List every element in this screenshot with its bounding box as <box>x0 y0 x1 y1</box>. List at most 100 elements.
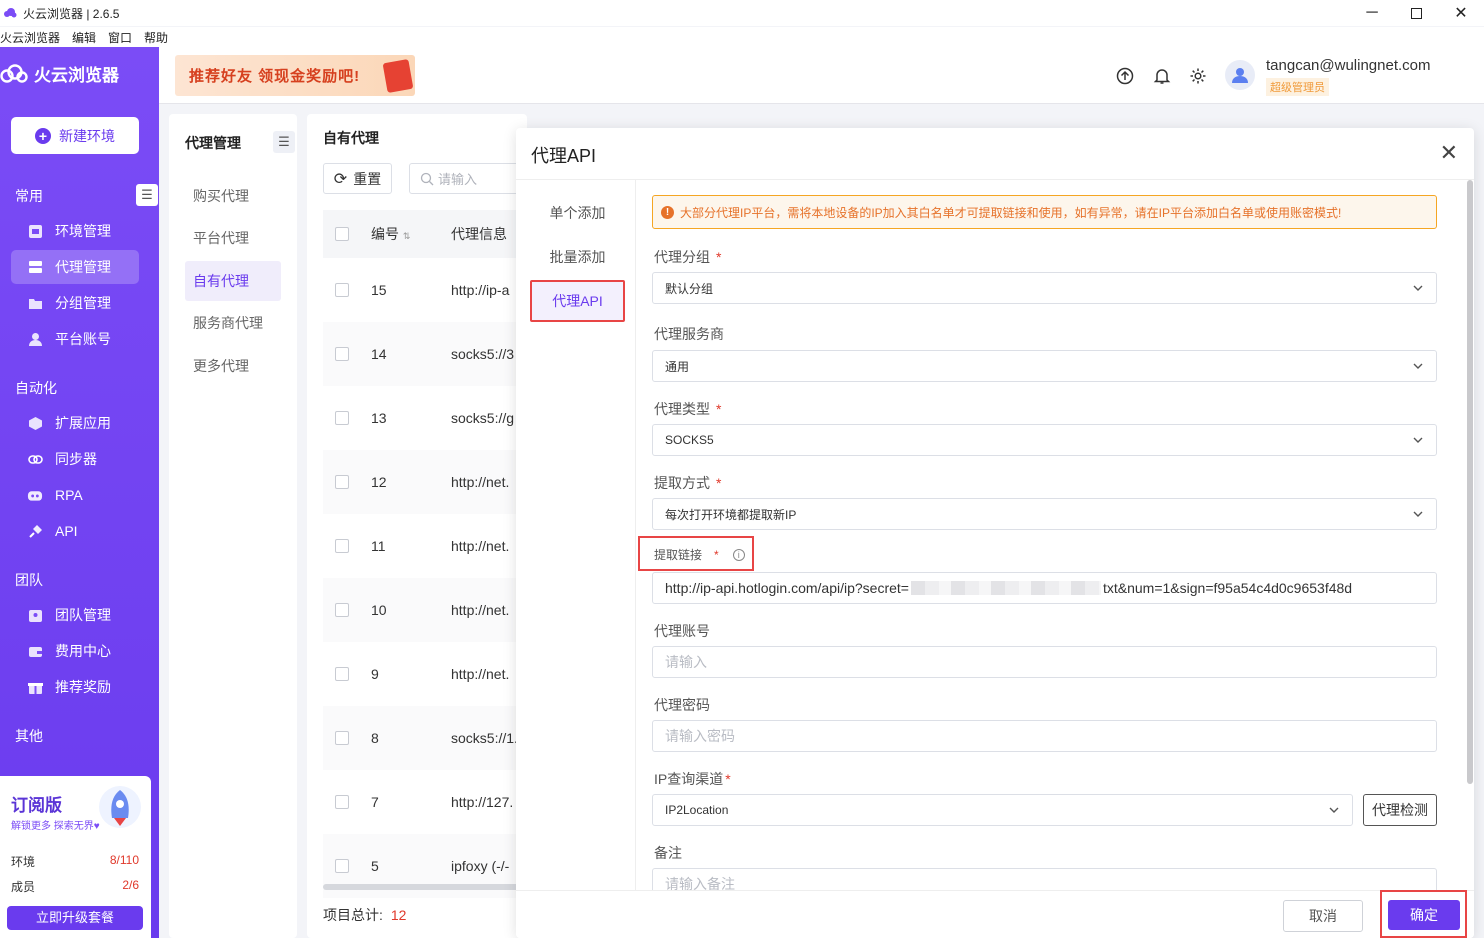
tab-proxy-api[interactable]: 代理API <box>530 280 625 322</box>
red-envelope-icon <box>382 58 414 94</box>
top-header: 推荐好友 领现金奖励吧! tangcan@wulingnet.com 超级管理员 <box>159 47 1484 104</box>
password-input[interactable]: 请输入密码 <box>652 720 1437 752</box>
user-email[interactable]: tangcan@wulingnet.com <box>1266 57 1431 74</box>
sidebar-item-group[interactable]: 分组管理 <box>11 286 139 320</box>
table-row[interactable]: 13 socks5://g <box>323 386 527 450</box>
tab-batch-add[interactable]: 批量添加 <box>530 236 625 278</box>
maximize-button[interactable] <box>1393 0 1439 26</box>
tab-single-add[interactable]: 单个添加 <box>530 192 625 234</box>
sidebar-item-label: 环境管理 <box>55 223 111 239</box>
row-checkbox[interactable] <box>335 283 349 297</box>
table-row[interactable]: 9 http://net. <box>323 642 527 706</box>
group-select[interactable]: 默认分组 <box>652 272 1437 304</box>
menu-app[interactable]: 火云浏览器 <box>0 29 60 46</box>
row-num: 11 <box>371 538 386 554</box>
menu-edit[interactable]: 编辑 <box>72 29 96 46</box>
sidebar-item-account[interactable]: 平台账号 <box>11 322 139 356</box>
sidebar-item-sync[interactable]: 同步器 <box>11 442 139 476</box>
method-select[interactable]: 每次打开环境都提取新IP <box>652 498 1437 530</box>
chevron-down-icon <box>1413 285 1423 291</box>
subnav-item-platform[interactable]: 平台代理 <box>185 218 281 258</box>
sidebar-item-team[interactable]: 团队管理 <box>11 598 139 632</box>
subnav-item-more[interactable]: 更多代理 <box>185 346 281 386</box>
row-num: 14 <box>371 346 387 362</box>
user-icon <box>27 331 43 347</box>
close-window-button[interactable]: ✕ <box>1438 0 1484 26</box>
link-label: 提取链接 * i <box>654 546 745 563</box>
confirm-button[interactable]: 确定 <box>1388 900 1460 930</box>
minimize-button[interactable]: ─ <box>1349 0 1395 26</box>
sidebar-item-rpa[interactable]: RPA <box>11 478 139 512</box>
whitelist-alert: ! 大部分代理IP平台，需将本地设备的IP加入其白名单才可提取链接和使用，如有异… <box>652 195 1437 229</box>
table-row[interactable]: 7 http://127. <box>323 770 527 834</box>
table-row[interactable]: 10 http://net. <box>323 578 527 642</box>
menu-window[interactable]: 窗口 <box>108 29 132 46</box>
user-role-badge: 超级管理员 <box>1266 78 1329 96</box>
row-checkbox[interactable] <box>335 795 349 809</box>
subnav-item-provider[interactable]: 服务商代理 <box>185 303 281 343</box>
bell-icon[interactable] <box>1153 67 1171 85</box>
referral-banner[interactable]: 推荐好友 领现金奖励吧! <box>175 55 415 96</box>
window-title: 火云浏览器 | 2.6.5 <box>23 6 120 21</box>
sidebar-item-label: 代理管理 <box>55 259 111 275</box>
row-checkbox[interactable] <box>335 539 349 553</box>
channel-select[interactable]: IP2Location <box>652 794 1353 826</box>
close-icon[interactable]: ✕ <box>1440 140 1458 166</box>
info-icon[interactable]: i <box>732 549 745 561</box>
account-input[interactable]: 请输入 <box>652 646 1437 678</box>
avatar[interactable] <box>1225 60 1255 90</box>
row-checkbox[interactable] <box>335 411 349 425</box>
sidebar-item-label: 平台账号 <box>55 331 111 347</box>
proxy-api-modal: 代理API ✕ 单个添加 批量添加 代理API ! 大部分代理IP平台，需将本地… <box>516 128 1474 938</box>
sidebar-item-ext[interactable]: 扩展应用 <box>11 406 139 440</box>
sidebar-item-api[interactable]: API <box>11 514 139 548</box>
subnav-item-buy[interactable]: 购买代理 <box>185 176 281 216</box>
type-select[interactable]: SOCKS5 <box>652 424 1437 456</box>
cancel-button[interactable]: 取消 <box>1283 900 1363 932</box>
reset-button[interactable]: ⟳ 重置 <box>323 163 392 194</box>
password-placeholder: 请输入密码 <box>665 728 735 744</box>
subnav-collapse-button[interactable]: ☰ <box>273 131 295 153</box>
select-all-checkbox[interactable] <box>335 227 349 241</box>
upgrade-button[interactable]: 立即升级套餐 <box>7 906 143 930</box>
table-row[interactable]: 14 socks5://3 <box>323 322 527 386</box>
cube-icon <box>27 415 43 431</box>
member-quota-row: 成员 2/6 <box>11 878 139 895</box>
row-checkbox[interactable] <box>335 603 349 617</box>
password-label: 代理密码 <box>654 697 710 713</box>
proxy-check-button[interactable]: 代理检测 <box>1363 794 1437 826</box>
subnav-item-own[interactable]: 自有代理 <box>185 261 281 301</box>
row-checkbox[interactable] <box>335 667 349 681</box>
proxy-list-panel: 自有代理 ⟳ 重置 请输入 编号 ⇅ 代理信息 15 http://ip-a 14 s… <box>307 114 527 938</box>
menu-help[interactable]: 帮助 <box>144 29 168 46</box>
col-num-header[interactable]: 编号 ⇅ <box>371 224 410 244</box>
horizontal-scrollbar[interactable] <box>323 884 527 890</box>
subscription-title: 订阅版 <box>11 796 62 815</box>
search-placeholder: 请输入 <box>438 172 478 187</box>
table-row[interactable]: 15 http://ip-a <box>323 258 527 322</box>
sidebar-item-fee[interactable]: 费用中心 <box>11 634 139 668</box>
table-row[interactable]: 11 http://net. <box>323 514 527 578</box>
gear-icon[interactable] <box>1189 67 1207 85</box>
sort-icon: ⇅ <box>402 231 411 241</box>
title-bar: 火云浏览器 | 2.6.5 <box>0 0 1484 26</box>
table-row[interactable]: 12 http://net. <box>323 450 527 514</box>
sidebar-item-proxy[interactable]: 代理管理 <box>11 250 139 284</box>
row-checkbox[interactable] <box>335 475 349 489</box>
extract-link-input[interactable]: http://ip-api.hotlogin.com/api/ip?secret… <box>652 572 1437 604</box>
sidebar-item-reward[interactable]: 推荐奖励 <box>11 670 139 704</box>
sidebar-collapse-button[interactable]: ☰ <box>136 184 158 206</box>
sidebar-item-env[interactable]: 环境管理 <box>11 214 139 248</box>
upload-icon[interactable] <box>1116 67 1134 85</box>
row-checkbox[interactable] <box>335 859 349 873</box>
row-num: 15 <box>371 282 387 298</box>
table-row[interactable]: 8 socks5://1. <box>323 706 527 770</box>
search-input[interactable]: 请输入 <box>409 163 527 194</box>
type-label: 代理类型 * <box>654 401 722 417</box>
provider-select[interactable]: 通用 <box>652 350 1437 382</box>
row-checkbox[interactable] <box>335 731 349 745</box>
method-label: 提取方式 * <box>654 475 722 491</box>
vertical-scrollbar[interactable] <box>1467 180 1473 784</box>
new-environment-button[interactable]: + 新建环境 <box>11 117 139 154</box>
row-checkbox[interactable] <box>335 347 349 361</box>
